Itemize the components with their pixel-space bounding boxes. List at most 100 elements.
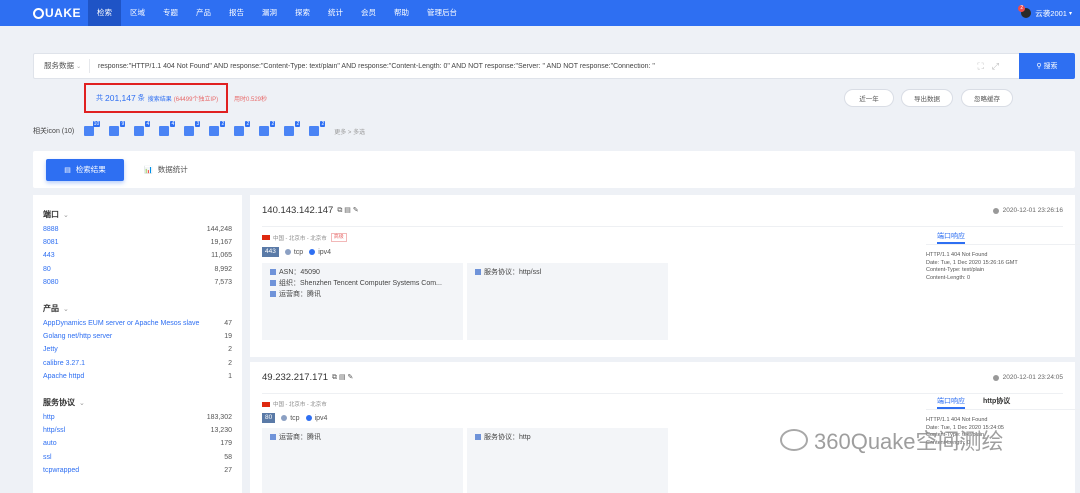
facet-count: 2: [228, 359, 232, 367]
nav-item-10[interactable]: 管理后台: [418, 0, 466, 26]
nav-item-4[interactable]: 报告: [220, 0, 253, 26]
related-icon-2[interactable]: 4: [134, 121, 151, 136]
related-icon-count: 2: [295, 121, 301, 127]
response-body: HTTP/1.1 404 Not Found Date: Tue, 1 Dec …: [926, 252, 1018, 281]
ignore-cache-button[interactable]: 忽略缓存: [961, 89, 1013, 107]
facet-value[interactable]: Golang net/http server: [43, 330, 112, 343]
copy-icon[interactable]: ⧉ ▤ ✎: [337, 206, 358, 215]
facet-count: 19,167: [210, 239, 232, 247]
facet-row[interactable]: AppDynamics EUM server or Apache Mesos s…: [43, 317, 232, 330]
facet-value[interactable]: 8081: [43, 236, 59, 249]
more-icons-link[interactable]: 更多 > 多选: [334, 127, 365, 136]
tab-results[interactable]: ▤ 检索结果: [46, 158, 124, 181]
facet-count: 47: [224, 320, 232, 328]
tab-http-protocol[interactable]: http协议: [983, 396, 1010, 409]
facet-count: 19: [224, 333, 232, 341]
facet-value[interactable]: Jetty: [43, 343, 58, 356]
facet-row[interactable]: ssl 58: [43, 451, 232, 464]
isp-value: 运营商：腾讯: [279, 434, 321, 441]
facet-row[interactable]: 8081 19,167: [43, 236, 232, 249]
result-count: 201,147: [105, 93, 136, 103]
facet-value[interactable]: auto: [43, 437, 57, 450]
copy-icon[interactable]: ⧉ ▤ ✎: [332, 373, 353, 382]
related-icons-title: 相关icon (10): [33, 128, 75, 135]
nav-item-1[interactable]: 区域: [121, 0, 154, 26]
result-unit: 条: [137, 95, 145, 102]
facet-title-services[interactable]: 服务协议 ⌄: [43, 397, 232, 408]
watermark: 360Quake空间测绘: [780, 424, 1004, 456]
facet-row[interactable]: Golang net/http server 19: [43, 330, 232, 343]
facet-row[interactable]: auto 179: [43, 437, 232, 450]
search-icon: ⚲: [1036, 63, 1042, 70]
facet-row[interactable]: 443 11,065: [43, 249, 232, 262]
nav-item-7[interactable]: 统计: [319, 0, 352, 26]
facet-title-products[interactable]: 产品 ⌄: [43, 303, 232, 314]
nav-item-3[interactable]: 产品: [187, 0, 220, 26]
nav-item-6[interactable]: 探索: [286, 0, 319, 26]
avatar[interactable]: 2: [1018, 5, 1032, 18]
chevron-down-icon: ⌄: [76, 64, 82, 70]
related-icon-4[interactable]: 3: [184, 121, 201, 136]
facet-row[interactable]: Apache httpd 1: [43, 370, 232, 383]
facet-value[interactable]: http/ssl: [43, 424, 65, 437]
related-icon-0[interactable]: 10: [84, 121, 101, 136]
facet-value[interactable]: tcpwrapped: [43, 464, 79, 477]
related-icon-5[interactable]: 2: [209, 121, 226, 136]
related-icon-9[interactable]: 2: [309, 121, 326, 136]
related-icon-1[interactable]: 9: [109, 121, 126, 136]
search-input[interactable]: [90, 54, 978, 78]
tab-stats[interactable]: 📊 数据统计: [144, 164, 188, 175]
facet-value[interactable]: ssl: [43, 451, 52, 464]
result-ip[interactable]: 49.232.217.171: [262, 372, 328, 383]
search-scope-select[interactable]: 服务数据 ⌄: [34, 59, 90, 73]
related-icon-count: 2: [220, 121, 226, 127]
facet-row[interactable]: Jetty 2: [43, 343, 232, 356]
facet-title-ports[interactable]: 端口 ⌄: [43, 209, 232, 220]
logo[interactable]: UAKE: [0, 6, 88, 20]
nav-item-5[interactable]: 漏洞: [253, 0, 286, 26]
facet-value[interactable]: http: [43, 411, 55, 424]
result-time: 2020-12-01 23:24:05: [992, 374, 1063, 381]
facet-row[interactable]: 8080 7,573: [43, 276, 232, 289]
year-filter-button[interactable]: 近一年: [844, 89, 894, 107]
tab-results-label: 检索结果: [75, 165, 106, 174]
facet-row[interactable]: calibre 3.27.1 2: [43, 357, 232, 370]
facet-row[interactable]: http 183,302: [43, 411, 232, 424]
ipv-icon: [305, 415, 312, 421]
tab-port-response[interactable]: 端口响应: [937, 231, 965, 244]
facet-row[interactable]: 80 8,992: [43, 263, 232, 276]
facet-value[interactable]: 8080: [43, 276, 59, 289]
nav-item-2[interactable]: 专题: [154, 0, 187, 26]
facet-row[interactable]: tcpwrapped 27: [43, 464, 232, 477]
result-time: 2020-12-01 23:26:16: [992, 207, 1063, 214]
facet-count: 2: [228, 346, 232, 354]
facet-row[interactable]: http/ssl 13,230: [43, 424, 232, 437]
expand-icon[interactable]: ⤢: [992, 61, 999, 72]
facet-value[interactable]: 8888: [43, 223, 59, 236]
nav-item-8[interactable]: 会员: [352, 0, 385, 26]
ipv-icon: [309, 249, 316, 255]
related-icon-count: 3: [195, 121, 201, 127]
nav-item-0[interactable]: 检索: [88, 0, 121, 26]
related-icon-8[interactable]: 2: [284, 121, 301, 136]
search-button[interactable]: ⚲ 搜索: [1019, 53, 1075, 79]
facet-value[interactable]: 443: [43, 249, 55, 262]
related-icon-6[interactable]: 2: [234, 121, 251, 136]
export-button[interactable]: 导出数据: [901, 89, 953, 107]
port-badge[interactable]: 80: [262, 413, 276, 423]
tab-port-response[interactable]: 端口响应: [937, 396, 965, 409]
facet-row[interactable]: 8888 144,248: [43, 223, 232, 236]
facet-value[interactable]: 80: [43, 263, 51, 276]
facet-value[interactable]: calibre 3.27.1: [43, 357, 85, 370]
facet-count: 58: [224, 453, 232, 461]
image-search-icon[interactable]: ⛶: [977, 61, 983, 72]
port-badge[interactable]: 443: [262, 247, 279, 257]
related-icon-3[interactable]: 4: [159, 121, 176, 136]
related-icon-7[interactable]: 2: [259, 121, 276, 136]
facet-value[interactable]: AppDynamics EUM server or Apache Mesos s…: [43, 317, 199, 330]
user-menu[interactable]: 2 云袭2001 ▾: [1018, 0, 1072, 26]
facet-value[interactable]: Apache httpd: [43, 370, 84, 383]
service-value: 服务协议：http: [484, 434, 531, 441]
result-ip[interactable]: 140.143.142.147: [262, 205, 333, 216]
nav-item-9[interactable]: 帮助: [385, 0, 418, 26]
